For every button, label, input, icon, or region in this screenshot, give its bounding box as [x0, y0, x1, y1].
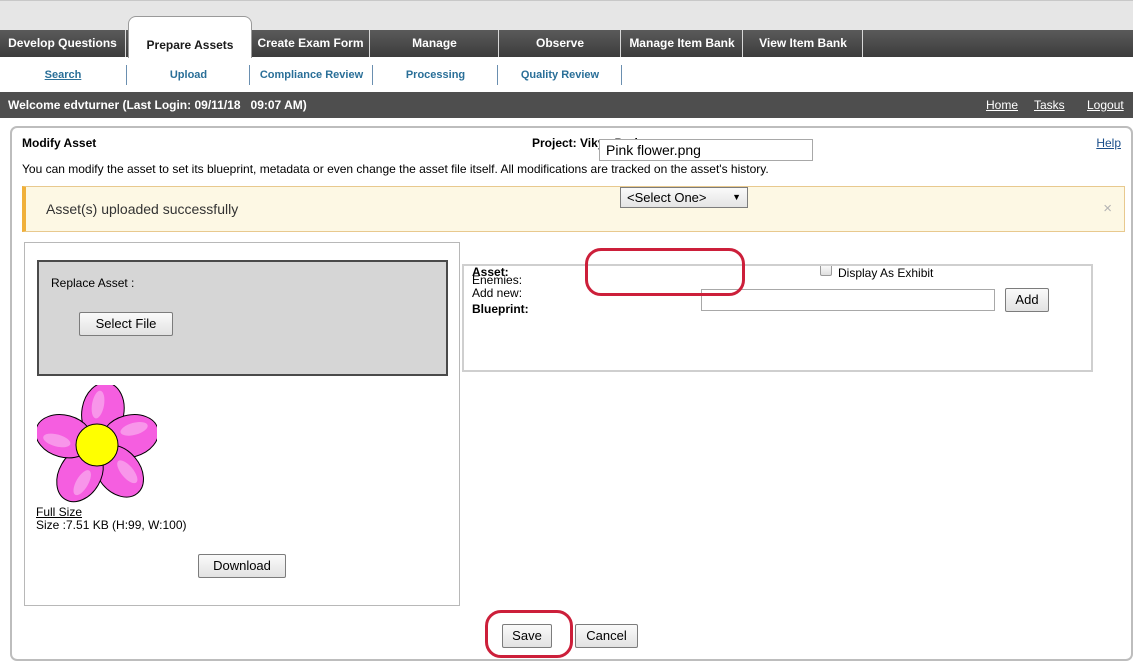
- cancel-button[interactable]: Cancel: [575, 624, 638, 648]
- save-button[interactable]: Save: [502, 624, 552, 648]
- subnav-processing[interactable]: Processing: [374, 65, 498, 85]
- sub-navbar: Search Upload Compliance Review Processi…: [0, 57, 1133, 91]
- full-size-link[interactable]: Full Size: [36, 505, 82, 519]
- file-size-text: Size :7.51 KB (H:99, W:100): [36, 518, 187, 532]
- subnav-upload[interactable]: Upload: [128, 65, 250, 85]
- logout-link[interactable]: Logout: [1087, 92, 1124, 118]
- tab-view-item-bank[interactable]: View Item Bank: [744, 30, 863, 57]
- select-file-button[interactable]: Select File: [79, 312, 173, 336]
- success-alert: Asset(s) uploaded successfully ×: [22, 186, 1125, 232]
- asset-name-input[interactable]: [599, 139, 813, 161]
- add-new-label: Add new:: [472, 286, 523, 300]
- welcome-bar: Welcome edvturner (Last Login: 09/11/18 …: [0, 92, 1133, 118]
- tab-prepare-assets[interactable]: Prepare Assets: [128, 16, 252, 58]
- welcome-text: Welcome edvturner (Last Login: 09/11/18 …: [8, 98, 307, 112]
- subnav-quality-review[interactable]: Quality Review: [499, 65, 622, 85]
- enemies-label: Enemies:: [472, 273, 523, 287]
- modify-asset-panel: Modify Asset Project: Vikys Project Help…: [10, 126, 1133, 661]
- tab-create-exam-form[interactable]: Create Exam Form: [252, 30, 370, 57]
- tab-manage-item-bank[interactable]: Manage Item Bank: [622, 30, 743, 57]
- subnav-search[interactable]: Search: [0, 65, 127, 85]
- flower-image: [37, 385, 157, 503]
- tab-observe[interactable]: Observe: [500, 30, 621, 57]
- enemies-input[interactable]: [701, 289, 995, 311]
- blueprint-select-value: <Select One>: [627, 190, 707, 205]
- tab-develop-questions[interactable]: Develop Questions: [0, 30, 126, 57]
- close-icon[interactable]: ×: [1103, 200, 1112, 217]
- tasks-link[interactable]: Tasks: [1034, 92, 1065, 118]
- home-link[interactable]: Home: [986, 92, 1018, 118]
- enemies-box: Enemies: Add new: Add: [462, 264, 1093, 372]
- chevron-down-icon: ▼: [732, 192, 741, 202]
- tab-manage[interactable]: Manage: [371, 30, 499, 57]
- alert-message: Asset(s) uploaded successfully: [46, 201, 239, 217]
- subnav-compliance-review[interactable]: Compliance Review: [251, 65, 373, 85]
- main-navbar: Develop Questions Prepare Assets Create …: [0, 16, 1133, 58]
- panel-title: Modify Asset: [22, 136, 97, 150]
- replace-asset-box: Replace Asset : Select File: [37, 260, 448, 376]
- page-description: You can modify the asset to set its blue…: [22, 162, 769, 176]
- blueprint-select[interactable]: <Select One> ▼: [620, 187, 748, 208]
- asset-preview-box: Replace Asset : Select File Full Size Si…: [24, 242, 460, 606]
- help-link[interactable]: Help: [1096, 136, 1121, 150]
- add-enemy-button[interactable]: Add: [1005, 288, 1049, 312]
- download-button[interactable]: Download: [198, 554, 286, 578]
- replace-asset-label: Replace Asset :: [51, 276, 135, 290]
